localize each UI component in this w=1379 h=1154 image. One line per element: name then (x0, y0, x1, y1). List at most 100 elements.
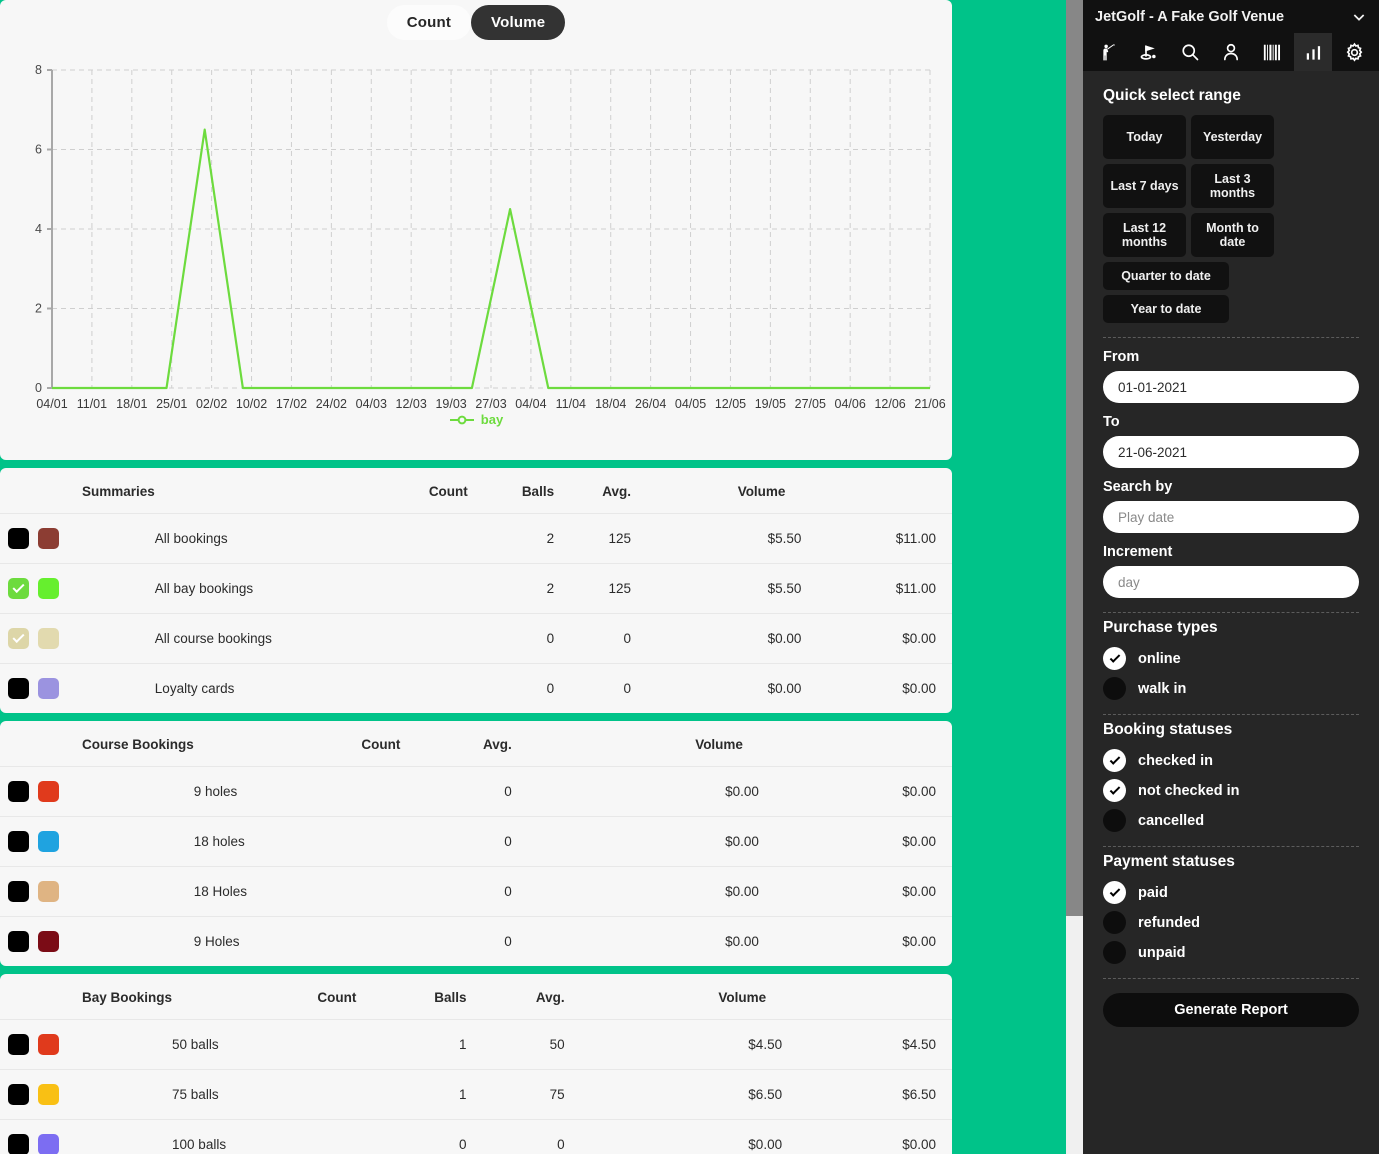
row-checkbox[interactable] (8, 1034, 29, 1055)
toggle-volume[interactable]: Volume (471, 5, 566, 40)
row-color-swatch[interactable] (38, 1084, 59, 1105)
row-label: 100 balls (172, 1137, 227, 1152)
table-row[interactable]: All bookings 2 125 $5.50 $11.00 (0, 513, 952, 564)
table-row[interactable]: 18 holes 0 $0.00 $0.00 (0, 816, 952, 867)
golfer-icon[interactable] (1089, 33, 1127, 71)
field-input-search-by[interactable]: Play date (1103, 501, 1359, 533)
row-checkbox[interactable] (8, 931, 29, 952)
cell-volume: $6.50 (902, 1087, 936, 1102)
checked-radio-icon[interactable] (1103, 881, 1126, 904)
line-chart[interactable]: 0 2 4 6 8 04/01 11/01 18/01 25/01 02/02 10/02 17/02… (0, 62, 952, 442)
person-icon[interactable] (1212, 33, 1250, 71)
venue-selector[interactable]: JetGolf - A Fake Golf Venue (1083, 0, 1379, 33)
column-header[interactable]: Count (155, 468, 468, 514)
row-checkbox[interactable] (8, 831, 29, 852)
svg-text:18/04: 18/04 (595, 397, 626, 411)
row-color-swatch[interactable] (38, 678, 59, 699)
row-color-swatch[interactable] (38, 628, 59, 649)
table-row[interactable]: All course bookings 0 0 $0.00 $0.00 (0, 613, 952, 664)
column-header[interactable]: Bay Bookings (0, 974, 172, 1020)
table-row[interactable]: 9 holes 0 $0.00 $0.00 (0, 766, 952, 817)
chevron-down-icon[interactable] (1351, 9, 1367, 25)
unchecked-radio-icon[interactable] (1103, 809, 1126, 832)
field-input-to[interactable]: 21-06-2021 (1103, 436, 1359, 468)
column-header[interactable]: Balls (468, 468, 554, 514)
row-color-swatch[interactable] (38, 881, 59, 902)
venue-name: JetGolf - A Fake Golf Venue (1095, 8, 1285, 25)
table-row[interactable]: 9 Holes 0 $0.00 $0.00 (0, 916, 952, 967)
column-header[interactable]: Summaries (0, 468, 155, 514)
table-row[interactable]: 100 balls 0 0 $0.00 $0.00 (0, 1119, 952, 1154)
quick-range-month-to-date[interactable]: Month to date (1191, 213, 1274, 257)
row-color-swatch[interactable] (38, 1134, 59, 1154)
column-header[interactable]: Avg. (400, 721, 512, 767)
checked-radio-icon[interactable] (1103, 647, 1126, 670)
column-header[interactable]: Volume (512, 721, 759, 767)
search-icon[interactable] (1171, 33, 1209, 71)
table-row[interactable]: Loyalty cards 0 0 $0.00 $0.00 (0, 663, 952, 714)
main-scrollbar-thumb[interactable] (1066, 0, 1083, 916)
row-color-swatch[interactable] (38, 831, 59, 852)
row-checkbox[interactable] (8, 1134, 29, 1154)
row-checkbox[interactable] (8, 881, 29, 902)
checked-radio-icon[interactable] (1103, 749, 1126, 772)
column-header[interactable]: Avg. (554, 468, 631, 514)
row-checkbox[interactable] (8, 628, 29, 649)
svg-text:25/01: 25/01 (156, 397, 187, 411)
table-row[interactable]: 18 Holes 0 $0.00 $0.00 (0, 866, 952, 917)
row-checkbox[interactable] (8, 678, 29, 699)
main-scrollbar-track[interactable] (1066, 0, 1083, 1154)
row-checkbox[interactable] (8, 781, 29, 802)
filter-option-refunded[interactable]: refunded (1103, 911, 1359, 934)
toggle-count[interactable]: Count (386, 5, 472, 40)
checked-radio-icon[interactable] (1103, 779, 1126, 802)
bar-chart-icon[interactable] (1294, 33, 1332, 71)
filter-option-checked-in[interactable]: checked in (1103, 749, 1359, 772)
row-checkbox[interactable] (8, 528, 29, 549)
barcode-icon[interactable] (1253, 33, 1291, 71)
generate-report-button[interactable]: Generate Report (1103, 993, 1359, 1027)
quick-range-today[interactable]: Today (1103, 115, 1186, 159)
check-icon (1109, 753, 1120, 765)
column-header[interactable]: Count (194, 721, 400, 767)
column-header[interactable]: Avg. (466, 974, 565, 1020)
filter-option-online[interactable]: online (1103, 647, 1359, 670)
quick-range-year-to-date[interactable]: Year to date (1103, 295, 1229, 323)
filter-option-paid[interactable]: paid (1103, 881, 1359, 904)
row-swatches (0, 514, 155, 564)
gear-icon[interactable] (1335, 33, 1373, 71)
table-row[interactable]: 75 balls 1 75 $6.50 $6.50 (0, 1069, 952, 1120)
field-input-increment[interactable]: day (1103, 566, 1359, 598)
column-header[interactable]: Course Bookings (0, 721, 194, 767)
unchecked-radio-icon[interactable] (1103, 941, 1126, 964)
golf-hole-flag-icon[interactable] (1130, 33, 1168, 71)
field-input-from[interactable]: 01-01-2021 (1103, 371, 1359, 403)
row-color-swatch[interactable] (38, 578, 59, 599)
filter-option-unpaid[interactable]: unpaid (1103, 941, 1359, 964)
column-header[interactable]: Balls (356, 974, 466, 1020)
unchecked-radio-icon[interactable] (1103, 677, 1126, 700)
quick-range-last-3-months[interactable]: Last 3 months (1191, 164, 1274, 208)
table-row[interactable]: 50 balls 1 50 $4.50 $4.50 (0, 1019, 952, 1070)
row-checkbox[interactable] (8, 1084, 29, 1105)
row-color-swatch[interactable] (38, 1034, 59, 1055)
filter-option-cancelled[interactable]: cancelled (1103, 809, 1359, 832)
filter-option-walk-in[interactable]: walk in (1103, 677, 1359, 700)
row-checkbox[interactable] (8, 578, 29, 599)
row-color-swatch[interactable] (38, 931, 59, 952)
quick-range-last-12-months[interactable]: Last 12 months (1103, 213, 1186, 257)
unchecked-radio-icon[interactable] (1103, 911, 1126, 934)
row-color-swatch[interactable] (38, 781, 59, 802)
quick-range-last-7-days[interactable]: Last 7 days (1103, 164, 1186, 208)
filter-option-not-checked-in[interactable]: not checked in (1103, 779, 1359, 802)
column-header[interactable]: Count (172, 974, 356, 1020)
quick-range-quarter-to-date[interactable]: Quarter to date (1103, 262, 1229, 290)
quick-select-buttons: Today Yesterday Last 7 days Last 3 months La… (1103, 115, 1359, 323)
column-header[interactable]: Volume (565, 974, 783, 1020)
table-card-course-bookings: Course Bookings Count Avg. Volume 9 holes 0 $0… (0, 721, 952, 966)
cell-volume: $0.00 (902, 834, 936, 849)
column-header[interactable]: Volume (631, 468, 801, 514)
quick-range-yesterday[interactable]: Yesterday (1191, 115, 1274, 159)
table-row[interactable]: All bay bookings 2 125 $5.50 $11.00 (0, 563, 952, 614)
row-color-swatch[interactable] (38, 528, 59, 549)
